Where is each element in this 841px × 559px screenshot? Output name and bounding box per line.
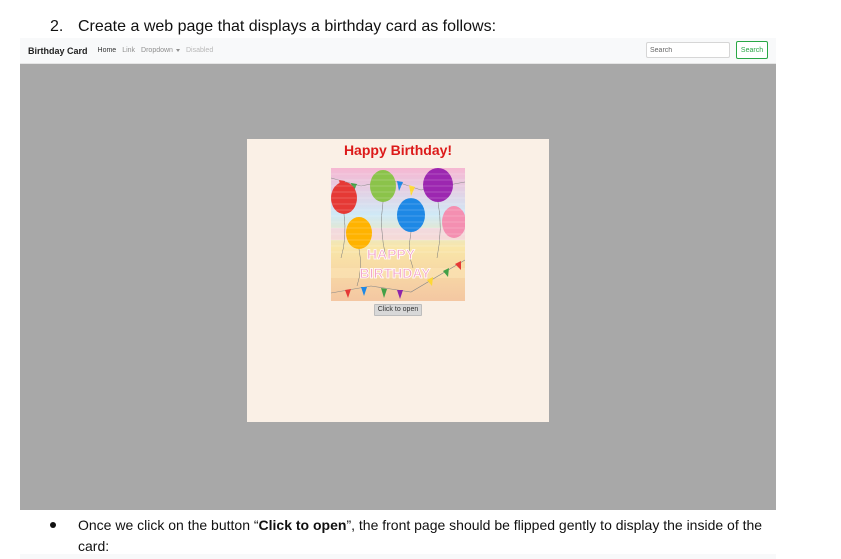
question-text: Create a web page that displays a birthd… [78, 18, 497, 35]
nav-links: Home Link Dropdown Disabled [98, 47, 214, 54]
question-number: 2. [50, 18, 64, 35]
navbar-brand[interactable]: Birthday Card [28, 46, 88, 56]
bullet-text: Once we click on the button “Click to op… [78, 515, 778, 557]
next-screenshot-edge [20, 554, 776, 559]
card-title: Happy Birthday! [343, 142, 453, 158]
bullet-icon [50, 522, 56, 528]
nav-link-link[interactable]: Link [122, 47, 135, 54]
image-happy-text: HAPPY [367, 246, 416, 262]
navbar: Birthday Card Home Link Dropdown Disable… [20, 38, 776, 64]
question-heading: 2. Create a web page that displays a birt… [50, 18, 496, 36]
bullet-text-before: Once we click on the button “ [78, 517, 259, 533]
search-button[interactable]: Search [736, 41, 768, 59]
image-birthday-text: BIRTHDAY [359, 265, 431, 281]
dropdown-label: Dropdown [141, 47, 173, 54]
birthday-card: Happy Birthday! HAPPY BIRTHDAY Click to … [247, 139, 549, 422]
webpage-screenshot: Birthday Card Home Link Dropdown Disable… [20, 38, 776, 510]
nav-link-home[interactable]: Home [98, 47, 117, 54]
click-to-open-button[interactable]: Click to open [374, 304, 422, 316]
chevron-down-icon [175, 48, 180, 52]
search-input[interactable] [646, 42, 730, 58]
nav-link-disabled: Disabled [185, 47, 214, 54]
birthday-balloons-image: HAPPY BIRTHDAY [331, 168, 465, 301]
bullet-text-bold: Click to open [258, 517, 347, 533]
nav-link-dropdown[interactable]: Dropdown [141, 47, 180, 54]
